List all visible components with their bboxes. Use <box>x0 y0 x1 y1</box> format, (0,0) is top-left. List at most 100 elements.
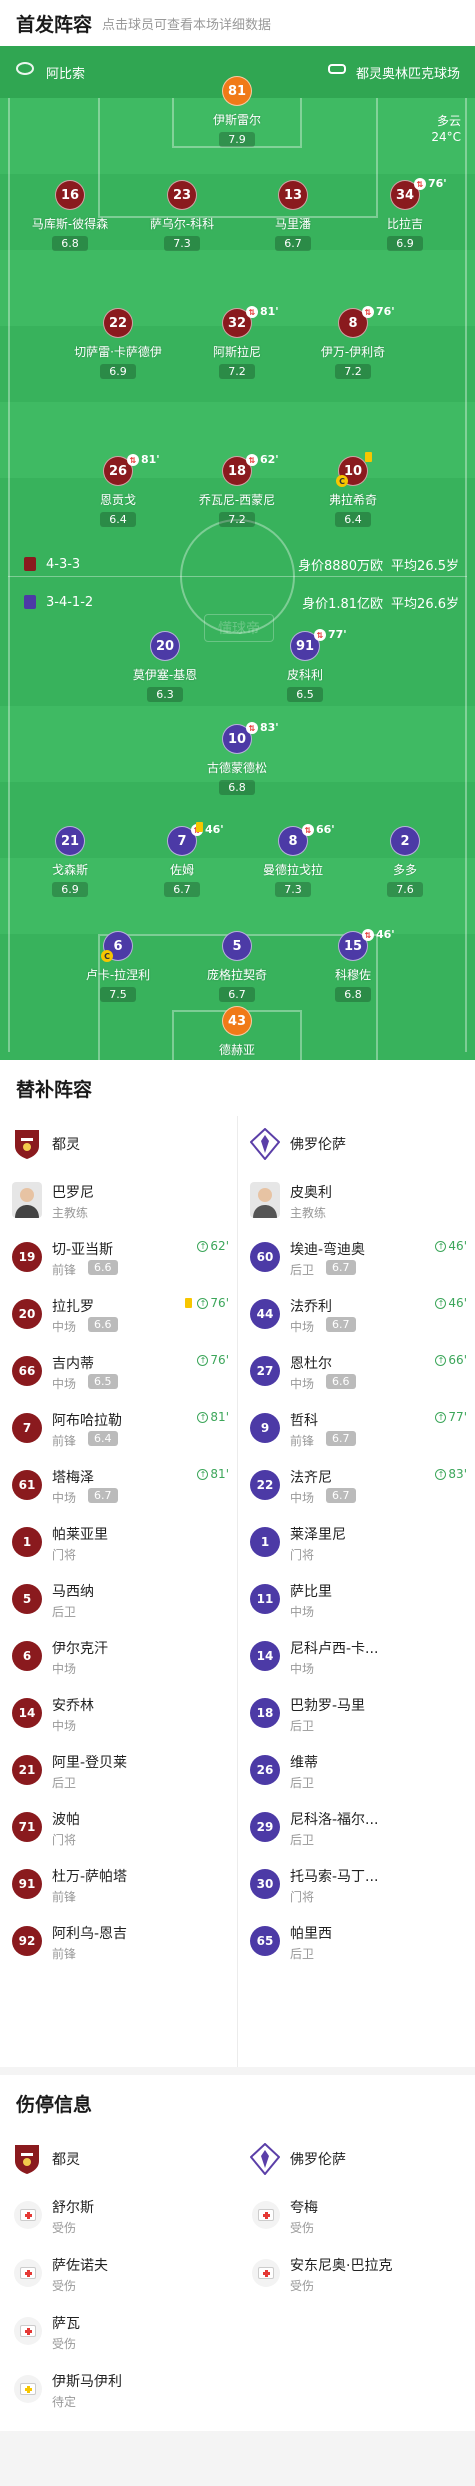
referee-name: 阿比索 <box>46 67 86 82</box>
sub-name: 阿布哈拉勒 <box>52 1413 122 1429</box>
sub-row[interactable]: 1 帕莱亚里 门将 <box>0 1514 237 1571</box>
captain-badge: C <box>101 950 113 962</box>
sub-in-arrow-icon: ↑ <box>197 1297 209 1309</box>
sub-position: 门将 <box>290 1548 315 1562</box>
sub-rating: 6.7 <box>326 1260 356 1275</box>
injury-row[interactable]: 萨佐诺夫 受伤 <box>0 2245 237 2303</box>
player-name: 萨乌尔-科科 <box>149 217 215 231</box>
injury-status: 受伤 <box>52 2337 77 2351</box>
away-coach-row[interactable]: 皮奥利 主教练 <box>238 1172 475 1229</box>
sub-out-minute: 46' <box>376 928 395 941</box>
away-player-lwb[interactable]: 21 戈森斯 6.9 <box>15 826 125 897</box>
sub-row[interactable]: 30 托马索-马丁... 门将 <box>238 1856 475 1913</box>
sub-out-icon: ⇅ <box>127 454 139 466</box>
sub-number: 30 <box>250 1869 280 1899</box>
home-player-lcb[interactable]: 23 萨乌尔-科科 7.3 <box>127 180 237 251</box>
sub-row[interactable]: 11 萨比里 中场 <box>238 1571 475 1628</box>
sub-position: 中场 <box>52 1320 77 1334</box>
sub-row[interactable]: 5 马西纳 后卫 <box>0 1571 237 1628</box>
sub-row[interactable]: 44 法乔利 中场 6.7 ↑ 46' <box>238 1286 475 1343</box>
sub-row[interactable]: 92 阿利乌-恩吉 前锋 <box>0 1913 237 1970</box>
home-player-gk[interactable]: 81 伊斯雷尔 7.9 <box>182 76 292 147</box>
home-player-lcm[interactable]: 22 切萨雷·卡萨德伊 6.9 <box>63 308 173 379</box>
away-player-gk[interactable]: 43德赫亚★8.3 <box>182 1006 292 1060</box>
home-player-lb[interactable]: 16 马库斯-彼得森 6.8 <box>15 180 125 251</box>
sub-name: 埃迪-弯迪奥 <box>290 1242 366 1258</box>
player-number-badge: 13 <box>278 180 308 210</box>
player-number: 21 <box>60 833 80 849</box>
sub-row[interactable]: 66 吉内蒂 中场 6.5 ↑ 76' <box>0 1343 237 1400</box>
subs-home-column: 都灵 巴罗尼 主教练 19 切-亚当斯 前锋 6.6 ↑ 62' 20 拉扎罗 中场 6.6 ↑ 76… <box>0 1116 237 1970</box>
sub-name: 阿利乌-恩吉 <box>52 1926 128 1942</box>
sub-row[interactable]: 19 切-亚当斯 前锋 6.6 ↑ 62' <box>0 1229 237 1286</box>
home-player-st[interactable]: 18 ⇅ 62' 乔瓦尼-西蒙尼 7.2 <box>182 453 292 527</box>
injury-away-column: 佛罗伦萨 夸梅 受伤 安东尼奥·巴拉克 受伤 <box>238 2131 475 2303</box>
injury-row[interactable]: 萨瓦 受伤 <box>0 2303 237 2361</box>
sub-out-minute: 81' <box>260 305 279 318</box>
sub-row[interactable]: 1 莱泽里尼 门将 <box>238 1514 475 1571</box>
sub-row[interactable]: 91 杜万-萨帕塔 前锋 <box>0 1856 237 1913</box>
sub-row[interactable]: 27 恩杜尔 中场 6.6 ↑ 66' <box>238 1343 475 1400</box>
sub-row[interactable]: 22 法齐尼 中场 6.7 ↑ 83' <box>238 1457 475 1514</box>
sub-row[interactable]: 14 尼科卢西-卡... 中场 <box>238 1628 475 1685</box>
sub-row[interactable]: 20 拉扎罗 中场 6.6 ↑ 76' <box>0 1286 237 1343</box>
home-player-rcb[interactable]: 13 马里潘 6.7 <box>238 180 348 251</box>
injury-row[interactable]: 夸梅 受伤 <box>238 2187 475 2245</box>
away-player-lcm[interactable]: 7⇅46' 佐姆 6.7 <box>127 822 237 897</box>
sub-row[interactable]: 65 帕里西 后卫 <box>238 1913 475 1970</box>
player-number: 2 <box>400 833 410 849</box>
away-player-rwb[interactable]: 2 多多 7.6 <box>350 826 460 897</box>
home-player-lw[interactable]: 26 ⇅ 81' 恩贡戈 6.4 <box>63 453 173 527</box>
sub-row[interactable]: 21 阿里-登贝莱 后卫 <box>0 1742 237 1799</box>
player-rating: 6.7 <box>275 236 311 251</box>
sub-row[interactable]: 61 塔梅泽 中场 6.7 ↑ 81' <box>0 1457 237 1514</box>
player-number: 15 <box>343 938 363 954</box>
away-player-cam[interactable]: 10 ⇅ 83' 古德蒙德松 6.8 <box>182 721 292 795</box>
sub-row[interactable]: 26 维蒂 后卫 <box>238 1742 475 1799</box>
sub-row[interactable]: 71 波帕 门将 <box>0 1799 237 1856</box>
injury-row[interactable]: 舒尔斯 受伤 <box>0 2187 237 2245</box>
player-number-badge: 18 ⇅ 62' <box>222 453 279 486</box>
player-number: 34 <box>395 187 415 203</box>
sub-row[interactable]: 9 哲科 前锋 6.7 ↑ 77' <box>238 1400 475 1457</box>
away-player-rcb[interactable]: 15 ⇅ 46' 科穆佐 6.8 <box>298 928 408 1002</box>
sub-rating: 6.4 <box>88 1431 118 1446</box>
away-player-cb[interactable]: 5 庞格拉契奇 6.7 <box>182 931 292 1002</box>
away-player-rcm[interactable]: 8 ⇅ 66' 曼德拉戈拉 7.3 <box>238 823 348 897</box>
home-player-rw[interactable]: 10 C 弗拉希奇 6.4 <box>298 452 408 527</box>
sub-row[interactable]: 7 阿布哈拉勒 前锋 6.4 ↑ 81' <box>0 1400 237 1457</box>
sub-rating: 6.6 <box>326 1374 356 1389</box>
away-player-lcb[interactable]: 6 C 卢卡-拉涅利 7.5 <box>63 931 173 1002</box>
subs-away-team: 佛罗伦萨 <box>238 1116 475 1172</box>
injury-row[interactable]: 安东尼奥·巴拉克 受伤 <box>238 2245 475 2303</box>
home-player-cm[interactable]: 32 ⇅ 81' 阿斯拉尼 7.2 <box>182 305 292 379</box>
medical-kit-icon <box>14 2375 42 2403</box>
medical-kit-icon <box>252 2259 280 2287</box>
sub-row[interactable]: 14 安乔林 中场 <box>0 1685 237 1742</box>
sub-in-time: ↑ 62' <box>197 1239 229 1253</box>
player-name: 乔瓦尼-西蒙尼 <box>198 493 276 507</box>
away-player-st-left[interactable]: 20 莫伊塞-基恩 6.3 <box>110 631 220 702</box>
home-player-rb[interactable]: 34 ⇅ 76' 比拉吉 6.9 <box>350 177 460 251</box>
sub-row[interactable]: 6 伊尔克汗 中场 <box>0 1628 237 1685</box>
away-player-st-right[interactable]: 91 ⇅ 77' 皮科利 6.5 <box>250 628 360 702</box>
player-number: 22 <box>108 315 128 331</box>
sub-out-minute: 46' <box>205 823 224 836</box>
home-coach-row[interactable]: 巴罗尼 主教练 <box>0 1172 237 1229</box>
sub-name: 法乔利 <box>290 1299 332 1315</box>
sub-row[interactable]: 29 尼科洛-福尔... 后卫 <box>238 1799 475 1856</box>
home-player-rcm[interactable]: 8 ⇅ 76' 伊万-伊利奇 7.2 <box>298 305 408 379</box>
player-rating: 6.4 <box>335 512 371 527</box>
home-age: 平均26.5岁 <box>391 558 459 574</box>
sub-out-icon: ⇅ <box>246 306 258 318</box>
pitch: 阿比索 都灵奥林匹克球场 多云 24°C 4-3-3 身价8880万欧 平均26… <box>0 46 475 1060</box>
sub-row[interactable]: 18 巴勃罗-马里 后卫 <box>238 1685 475 1742</box>
sub-name: 维蒂 <box>290 1755 318 1771</box>
sub-row[interactable]: 60 埃迪-弯迪奥 后卫 6.7 ↑ 46' <box>238 1229 475 1286</box>
sub-number: 7 <box>12 1413 42 1443</box>
player-number-badge: 16 <box>55 180 85 210</box>
injury-row[interactable]: 伊斯马伊利 待定 <box>0 2361 237 2419</box>
stadium-name: 都灵奥林匹克球场 <box>356 67 461 82</box>
lineup-subtitle: 点击球员可查看本场详细数据 <box>102 17 272 33</box>
sub-in-time: ↑ 77' <box>435 1410 467 1424</box>
